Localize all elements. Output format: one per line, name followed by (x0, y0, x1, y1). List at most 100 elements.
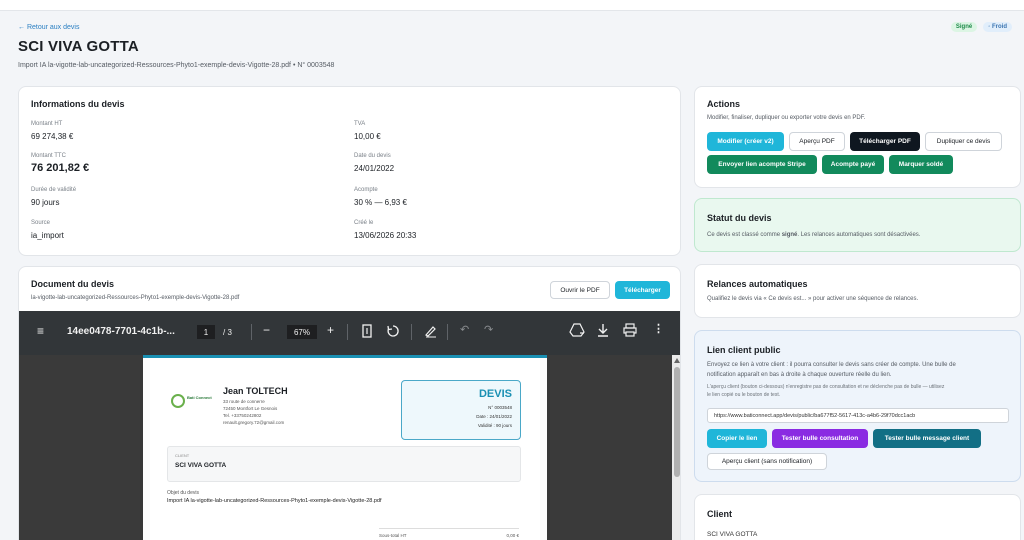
pdf-subtotal-value: 0,00 € (506, 533, 519, 538)
pdf-subtotal-row: Sous-total HT 0,00 € (379, 528, 519, 538)
quote-status-card: Statut du devis Ce devis est classé comm… (694, 198, 1021, 252)
quote-info-title: Informations du devis (31, 99, 125, 109)
address-line: renault.gregory.72@gmail.com (223, 420, 285, 425)
devis-box: DEVIS N° 0003548 Date : 24/01/2022 Valid… (401, 380, 521, 440)
field-amount-ttc: Montant TTC 76 201,82 € (31, 153, 89, 174)
page-count: / 3 (223, 328, 232, 337)
status-desc-post: . Les relances automatiques sont désacti… (797, 232, 921, 238)
auto-reminders-card: Relances automatiques Qualifiez le devis… (694, 264, 1021, 318)
menu-icon[interactable]: ≡ (37, 324, 44, 338)
page-subtitle: Import IA la-vigotte-lab-uncategorized-R… (18, 62, 335, 69)
pdf-object-label: Objet du devis (167, 490, 199, 496)
zoom-level[interactable]: 67% (287, 325, 317, 339)
client-preview-button[interactable]: Aperçu client (sans notification) (707, 453, 827, 470)
redo-icon[interactable]: ↷ (484, 323, 493, 336)
public-link-title: Lien client public (707, 345, 781, 355)
open-pdf-button[interactable]: Ouvrir le PDF (550, 281, 610, 299)
company-logo-text: Bati Connect (187, 395, 212, 400)
field-label: Date du devis (354, 153, 391, 159)
zoom-out-icon[interactable]: − (263, 323, 270, 337)
edit-quote-button[interactable]: Modifier (créer v2) (707, 132, 784, 151)
toolbar-divider (347, 324, 348, 340)
toolbar-divider (447, 324, 448, 340)
download-icon[interactable] (597, 323, 609, 337)
deposit-paid-button[interactable]: Acompte payé (822, 155, 884, 174)
public-client-link-card: Lien client public Envoyez ce lien à vot… (694, 330, 1021, 482)
quote-info-card: Informations du devis Montant HT 69 274,… (18, 86, 681, 256)
mark-settled-button[interactable]: Marquer soldé (889, 155, 953, 174)
field-label: Montant TTC (31, 153, 66, 159)
scroll-thumb[interactable] (674, 367, 680, 477)
field-value: 90 jours (31, 198, 60, 207)
fit-page-icon[interactable] (362, 324, 372, 338)
public-link-desc-2: notification apparaît en bas à droite à … (707, 372, 892, 378)
undo-icon[interactable]: ↶ (460, 323, 469, 336)
download-button[interactable]: Télécharger (615, 281, 670, 299)
print-icon[interactable] (623, 323, 637, 337)
zoom-in-icon[interactable]: + (327, 323, 334, 337)
pdf-page: Bati Connect Jean TOLTECH 33 route de co… (143, 355, 547, 540)
pdf-scrollbar[interactable] (672, 355, 680, 540)
actions-title: Actions (707, 99, 741, 109)
preview-pdf-button[interactable]: Aperçu PDF (789, 132, 845, 151)
company-logo-icon (171, 394, 185, 408)
copy-link-button[interactable]: Copier le lien (707, 429, 767, 448)
test-message-bubble-button[interactable]: Tester bulle message client (873, 429, 981, 448)
devis-title: DEVIS (478, 388, 512, 400)
rotate-icon[interactable] (386, 324, 400, 338)
field-value: 76 201,82 € (31, 162, 90, 174)
client-card: Client SCI VIVA GOTTA (694, 494, 1021, 540)
pdf-client-name: SCI VIVA GOTTA (175, 462, 227, 469)
status-badges: Signé ◦ Froid (950, 22, 1012, 32)
field-value: 10,00 € (354, 132, 381, 141)
back-to-quotes-link[interactable]: ← Retour aux devis (18, 24, 79, 31)
field-label: Acompte (354, 187, 378, 193)
pdf-subtotal-label: Sous-total HT (379, 533, 407, 538)
page-number-input[interactable]: 1 (197, 325, 215, 339)
field-amount-ht: Montant HT 69 274,38 € (31, 121, 73, 141)
field-deposit: Acompte 30 % — 6,93 € (354, 187, 407, 207)
field-label: Montant HT (31, 121, 63, 127)
public-link-url-field[interactable]: https://www.baticonnect.app/devis/public… (707, 408, 1009, 423)
status-title: Statut du devis (707, 213, 772, 223)
cold-badge-label: Froid (992, 24, 1007, 30)
drive-save-icon[interactable] (569, 323, 585, 337)
public-link-desc-1: Envoyez ce lien à votre client : il pour… (707, 362, 956, 368)
field-label: Créé le (354, 220, 374, 226)
public-link-note-2: le lien copié ou le bouton de test. (707, 392, 781, 398)
address-line: Tel. +33750242802 (223, 413, 262, 418)
actions-card: Actions Modifier, finaliser, dupliquer o… (694, 86, 1021, 188)
document-title: Document du devis (31, 279, 115, 289)
document-filename: la-vigotte-lab-uncategorized-Ressources-… (31, 295, 240, 301)
devis-number: N° 0003548 (488, 405, 512, 410)
pdf-viewer-toolbar: ≡ 14ee0478-7701-4c1b-... 1 / 3 − 67% + ↶… (19, 311, 680, 355)
field-value: ia_import (31, 231, 64, 240)
toolbar-divider (411, 324, 412, 340)
field-source: Source ia_import (31, 220, 64, 240)
pdf-object: Import IA la-vigotte-lab-uncategorized-R… (167, 498, 382, 504)
download-pdf-button[interactable]: Télécharger PDF (850, 132, 920, 151)
status-desc-pre: Ce devis est classé comme (707, 232, 782, 238)
field-label: Source (31, 220, 51, 226)
pdf-client-box: CLIENT SCI VIVA GOTTA (167, 446, 521, 482)
scroll-up-icon[interactable] (674, 358, 680, 363)
signed-badge: Signé (950, 22, 978, 32)
field-value: 24/01/2022 (354, 164, 395, 173)
more-options-icon[interactable]: ⋮ (653, 322, 664, 335)
address-line: 72450 Montfort Le Gesnois (223, 406, 278, 411)
client-name: SCI VIVA GOTTA (707, 531, 758, 538)
test-consult-bubble-button[interactable]: Tester bulle consultation (772, 429, 868, 448)
field-validity: Durée de validité 90 jours (31, 187, 76, 207)
issuer-name: Jean TOLTECH (223, 386, 288, 396)
send-stripe-deposit-button[interactable]: Envoyer lien acompte Stripe (707, 155, 817, 174)
public-link-note-1: L'aperçu client (bouton ci-dessous) n'en… (707, 384, 945, 390)
issuer-address: 33 route de connerre 72450 Montfort Le G… (223, 398, 284, 426)
field-label: TVA (354, 121, 366, 127)
pdf-viewer: ≡ 14ee0478-7701-4c1b-... 1 / 3 − 67% + ↶… (19, 311, 680, 540)
field-created-at: Créé le 13/06/2026 20:33 (354, 220, 416, 240)
page-title: SCI VIVA GOTTA (18, 38, 139, 55)
devis-date: Date : 24/01/2022 (476, 414, 512, 419)
client-title: Client (707, 509, 733, 519)
annotate-icon[interactable] (424, 324, 438, 338)
duplicate-quote-button[interactable]: Dupliquer ce devis (925, 132, 1002, 151)
